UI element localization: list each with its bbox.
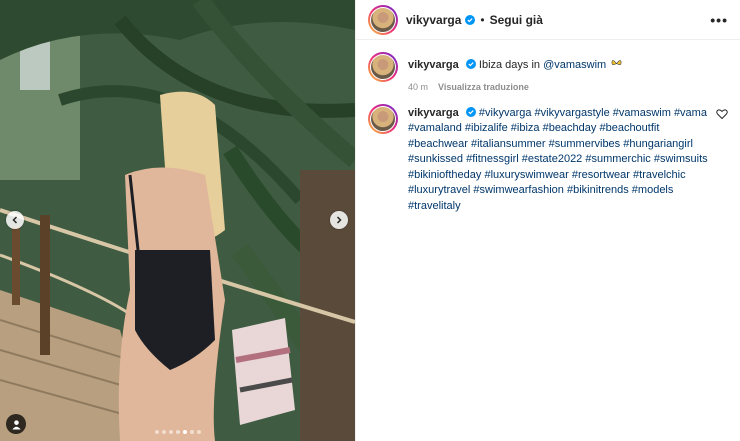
carousel-dot (161, 430, 166, 434)
header-username[interactable]: vikyvarga (406, 13, 461, 27)
hashtag-link[interactable]: #swimsuits (654, 153, 708, 165)
caption-time: 40 m (408, 81, 429, 92)
avatar[interactable] (368, 4, 398, 35)
comments-list: vikyvarga Ibiza days in @vamaswim 40 m V… (356, 40, 740, 214)
comment: vikyvarga #vikyvarga #vikyvargastyle #va… (368, 103, 728, 215)
hashtag-link[interactable]: #bikinioftheday (408, 169, 481, 181)
hashtag-link[interactable]: #summervibes (549, 138, 621, 150)
hashtag-link[interactable]: #italiansummer (471, 138, 546, 150)
hashtag-link[interactable]: #fitnessgirl (466, 153, 519, 165)
hashtag-link[interactable]: #vikyvarga (479, 107, 532, 119)
post-header: vikyvarga • Segui già ••• (356, 0, 740, 40)
hashtag-link[interactable]: #ibiza (511, 122, 540, 134)
hashtag-link[interactable]: #models (632, 184, 674, 196)
verified-badge-icon (465, 59, 476, 69)
carousel-dot (182, 430, 187, 434)
hashtag-link[interactable]: #beachwear (408, 138, 468, 150)
carousel-next-button[interactable] (330, 211, 348, 229)
post-details-panel: vikyvarga • Segui già ••• vikyvarga Ibiz… (355, 0, 740, 441)
hashtag-link[interactable]: #luxurytravel (408, 184, 470, 196)
mention-link[interactable]: @vamaswim (543, 59, 606, 71)
butterfly-emoji (611, 60, 622, 65)
avatar[interactable] (368, 103, 398, 134)
hashtag-link[interactable]: #summerchic (585, 153, 650, 165)
caption-username[interactable]: vikyvarga (408, 59, 459, 71)
carousel-indicator (0, 430, 355, 434)
hashtag-link[interactable]: #travelchic (633, 169, 686, 181)
carousel-dot (189, 430, 194, 434)
user-tag-icon (11, 419, 21, 430)
hashtag-link[interactable]: #estate2022 (522, 153, 583, 165)
hashtag-link[interactable]: #hungariangirl (623, 138, 693, 150)
hashtag-link[interactable]: #travelitaly (408, 200, 461, 212)
hashtag-link[interactable]: #luxuryswimwear (484, 169, 568, 181)
caption: vikyvarga Ibiza days in @vamaswim 40 m V… (368, 52, 728, 92)
hashtag-link[interactable]: #beachday (543, 122, 597, 134)
hashtag-link[interactable]: #vamaswim (613, 107, 671, 119)
more-options-icon[interactable]: ••• (710, 12, 728, 28)
caption-text-prefix: Ibiza days in (478, 59, 544, 71)
verified-badge-icon (465, 106, 476, 117)
carousel-dot (196, 430, 201, 434)
translate-button[interactable]: Visualizza traduzione (438, 82, 529, 92)
hashtag-link[interactable]: #swimwearfashion (473, 184, 563, 196)
post-photo[interactable] (0, 0, 355, 441)
heart-icon[interactable] (716, 108, 728, 120)
carousel-dot (168, 430, 173, 434)
instagram-post: vikyvarga • Segui già ••• vikyvarga Ibiz… (0, 0, 740, 441)
hashtag-link[interactable]: #vama (674, 107, 707, 119)
chevron-left-icon (12, 216, 18, 224)
hashtag-link[interactable]: #vamaland (408, 122, 462, 134)
hashtag-link[interactable]: #vikyvargastyle (535, 107, 610, 119)
hashtag-link[interactable]: #ibizalife (465, 122, 508, 134)
carousel-dot (154, 430, 159, 434)
hashtag-link[interactable]: #resortwear (572, 169, 630, 181)
carousel-prev-button[interactable] (6, 211, 24, 229)
hashtag-link[interactable]: #sunkissed (408, 153, 463, 165)
header-separator: • (480, 12, 485, 27)
photo-scene (0, 0, 355, 441)
comment-username[interactable]: vikyvarga (408, 107, 459, 119)
hashtag-list: #vikyvarga #vikyvargastyle #vamaswim #va… (408, 107, 708, 212)
verified-badge-icon (465, 14, 476, 25)
following-button[interactable]: Segui già (490, 13, 543, 27)
carousel-dot (175, 430, 180, 434)
hashtag-link[interactable]: #bikinitrends (567, 184, 629, 196)
avatar[interactable] (368, 52, 398, 82)
caption-text: Ibiza days in @vamaswim (479, 59, 606, 71)
hashtag-link[interactable]: #beachoutfit (599, 122, 659, 134)
chevron-right-icon (336, 216, 342, 224)
